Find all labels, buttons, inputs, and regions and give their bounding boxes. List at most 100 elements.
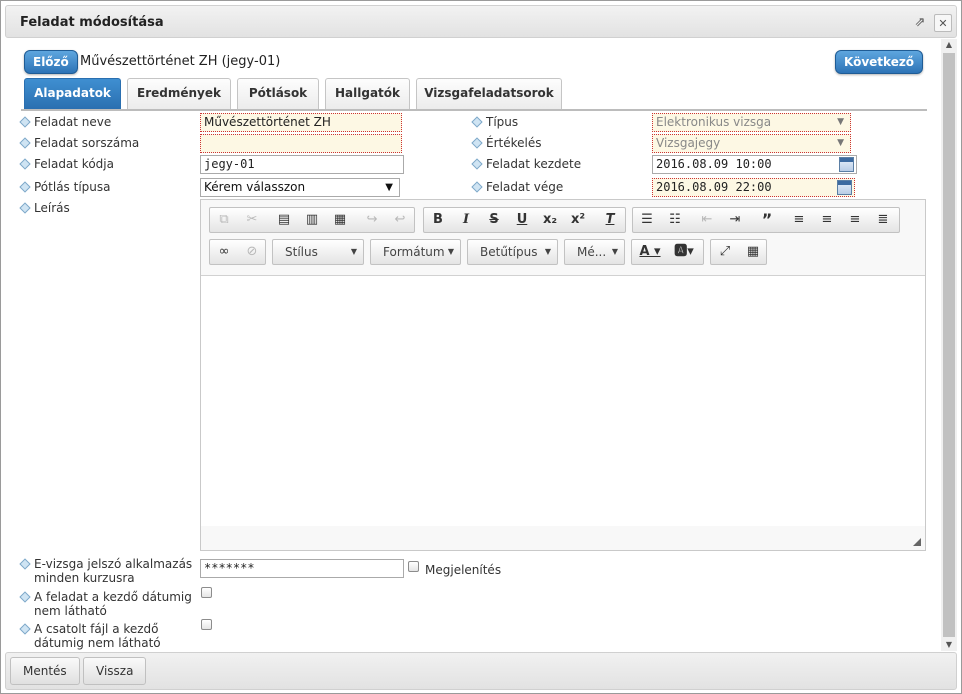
tab-eredmenyek[interactable]: Eredmények [127, 78, 231, 109]
task-number-input[interactable] [200, 134, 402, 153]
scrollbar-thumb[interactable] [943, 53, 955, 637]
tab-hallgatok[interactable]: Hallgatók [325, 78, 410, 109]
start-date-input[interactable]: 2016.08.09 10:00 [652, 155, 857, 174]
show-password-checkbox[interactable] [408, 561, 419, 572]
retake-type-label: Pótlás típusa [19, 180, 110, 194]
bulleted-list-icon[interactable]: ☷ [663, 210, 687, 230]
style-combo[interactable]: Stílus ▼ [272, 239, 364, 265]
chevron-down-icon: ▼ [837, 138, 844, 148]
end-label: Feladat vége [471, 180, 563, 194]
dialog-content: Előző Művészettörténet ZH (jegy-01) Köve… [1, 39, 941, 651]
align-right-icon[interactable]: ≡ [843, 210, 867, 230]
clipboard-toolbar-group: ⧉ ✂ ▤ ▥ ▦ ↪ ↩ [209, 207, 415, 233]
end-date-value: 2016.08.09 22:00 [656, 180, 772, 194]
outdent-icon[interactable]: ⇤ [695, 210, 719, 230]
dialog-footer: Mentés Vissza [5, 652, 957, 690]
editor-content-area[interactable] [201, 275, 925, 526]
hide-attachment-label: A csatolt fájl a kezdő dátumig nem látha… [19, 622, 196, 650]
paragraph-toolbar-group: ☰ ☷ ⇤ ⇥ ” ≡ ≡ ≡ ≣ [632, 207, 900, 233]
task-heading: Művészettörténet ZH (jegy-01) [80, 54, 281, 69]
size-combo[interactable]: Mé... ▼ [564, 239, 625, 265]
start-date-value: 2016.08.09 10:00 [656, 157, 772, 171]
task-code-input[interactable]: jegy-01 [200, 155, 404, 174]
scroll-down-icon[interactable]: ▼ [941, 639, 957, 651]
paste-word-icon[interactable]: ▦ [328, 210, 352, 230]
font-combo-label: Betűtípus [480, 245, 538, 259]
next-button[interactable]: Következő [835, 50, 924, 74]
scroll-up-icon[interactable]: ▲ [941, 39, 957, 51]
popout-icon[interactable]: ⇗ [911, 14, 929, 32]
calendar-icon[interactable] [837, 180, 852, 195]
back-button[interactable]: Vissza [83, 657, 147, 685]
link-icon[interactable]: ∞ [212, 242, 236, 262]
undo-icon[interactable]: ↩ [388, 210, 412, 230]
tab-alapadatok[interactable]: Alapadatok [24, 78, 121, 109]
align-center-icon[interactable]: ≡ [815, 210, 839, 230]
task-number-label: Feladat sorszáma [19, 136, 139, 150]
tab-vizsgafeladatsorok[interactable]: Vizsgafeladatsorok [416, 78, 562, 109]
blockquote-icon[interactable]: ” [755, 210, 779, 230]
hide-attachment-checkbox[interactable] [201, 619, 212, 630]
prev-button[interactable]: Előző [24, 50, 78, 74]
copy-icon[interactable]: ⧉ [212, 210, 236, 230]
resize-handle-icon[interactable] [913, 538, 921, 546]
evaluation-value: Vizsgajegy [656, 136, 721, 150]
dialog-title: Feladat módosítása [20, 15, 164, 30]
password-label: E-vizsga jelszó alkalmazás minden kurzus… [19, 557, 196, 585]
evaluation-select[interactable]: Vizsgajegy ▼ [652, 134, 851, 153]
format-toolbar-group: B I S U x₂ x² T [423, 207, 626, 233]
unlink-icon[interactable]: ⊘ [240, 242, 264, 262]
task-name-label: Feladat neve [19, 115, 111, 129]
maximize-icon[interactable]: ⤢ [713, 242, 737, 262]
background-color-icon[interactable]: 🅰︎▾ [668, 242, 700, 262]
numbered-list-icon[interactable]: ☰ [635, 210, 659, 230]
format-combo[interactable]: Formátum ▼ [370, 239, 461, 265]
redo-icon[interactable]: ↪ [360, 210, 384, 230]
chevron-down-icon: ▼ [385, 182, 393, 193]
type-value: Elektronikus vizsga [656, 115, 772, 129]
caret-down-icon: ▼ [544, 247, 551, 256]
subscript-icon[interactable]: x₂ [538, 210, 562, 230]
font-combo[interactable]: Betűtípus ▼ [467, 239, 558, 265]
tools-toolbar-group: ⤢ ▦ [710, 239, 767, 265]
indent-icon[interactable]: ⇥ [723, 210, 747, 230]
calendar-icon[interactable] [839, 157, 854, 172]
italic-icon[interactable]: I [454, 210, 478, 230]
text-color-icon[interactable]: A ▾ [634, 242, 666, 262]
content-scrollbar[interactable]: ▲ ▼ [941, 39, 957, 651]
tab-potlasok[interactable]: Pótlások [237, 78, 319, 109]
style-combo-label: Stílus [285, 245, 318, 259]
task-name-input[interactable]: Művészettörténet ZH [200, 113, 402, 132]
description-label: Leírás [19, 201, 70, 215]
description-editor: ⧉ ✂ ▤ ▥ ▦ ↪ ↩ B I S U x₂ x² T ☰ ☷ ⇤ ⇥ ” … [200, 199, 926, 551]
table-icon[interactable]: ▦ [741, 242, 765, 262]
superscript-icon[interactable]: x² [566, 210, 590, 230]
password-input[interactable]: ******* [200, 559, 404, 578]
show-password-label: Megjelenítés [425, 563, 502, 577]
type-select[interactable]: Elektronikus vizsga ▼ [652, 113, 851, 132]
size-combo-label: Mé... [577, 245, 607, 259]
align-left-icon[interactable]: ≡ [787, 210, 811, 230]
save-button[interactable]: Mentés [10, 657, 80, 685]
dialog-titlebar: Feladat módosítása ⇗ ✕ [5, 5, 957, 38]
task-edit-dialog: Feladat módosítása ⇗ ✕ Előző Művészettör… [0, 0, 962, 694]
underline-icon[interactable]: U [510, 210, 534, 230]
cut-icon[interactable]: ✂ [240, 210, 264, 230]
caret-down-icon: ▼ [350, 247, 357, 256]
caret-down-icon: ▼ [447, 247, 454, 256]
hide-until-start-checkbox[interactable] [201, 587, 212, 598]
remove-format-icon[interactable]: T [598, 210, 622, 230]
close-icon[interactable]: ✕ [934, 14, 952, 32]
bold-icon[interactable]: B [426, 210, 450, 230]
chevron-down-icon: ▼ [837, 117, 844, 127]
end-date-input[interactable]: 2016.08.09 22:00 [652, 178, 855, 197]
paste-text-icon[interactable]: ▥ [300, 210, 324, 230]
retake-type-select[interactable]: Kérem válasszon ▼ [200, 178, 400, 197]
align-justify-icon[interactable]: ≣ [871, 210, 895, 230]
paste-icon[interactable]: ▤ [272, 210, 296, 230]
retake-type-value: Kérem válasszon [204, 180, 306, 194]
type-label: Típus [471, 115, 518, 129]
strikethrough-icon[interactable]: S [482, 210, 506, 230]
tab-divider [21, 109, 927, 111]
color-toolbar-group: A ▾ 🅰︎▾ [631, 239, 704, 265]
